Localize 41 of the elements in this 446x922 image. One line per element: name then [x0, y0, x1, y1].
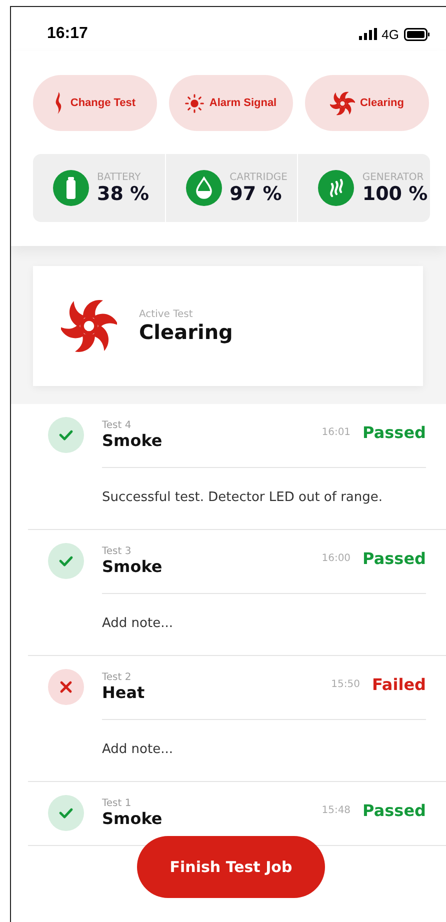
signal-icon	[358, 28, 377, 40]
drop-icon	[186, 170, 222, 206]
test-time: 15:50	[331, 678, 360, 690]
action-button[interactable]: Clearing	[305, 75, 429, 131]
test-result: Passed	[362, 422, 426, 442]
stat-value: 100 %	[362, 182, 428, 204]
note-field[interactable]: Add note...	[102, 616, 302, 631]
test-name: Smoke	[102, 557, 164, 576]
sun-icon	[185, 94, 204, 112]
action-button[interactable]: Alarm Signal	[169, 75, 293, 131]
test-name: Smoke	[102, 809, 164, 828]
active-test-caption: Active Test	[139, 308, 194, 320]
test-result: Failed	[372, 674, 426, 694]
test-note: Successful test. Detector LED out of range.	[102, 490, 383, 505]
stat-label: GENERATOR	[362, 172, 425, 182]
action-button[interactable]: Change Test	[33, 75, 157, 131]
battery-icon	[53, 170, 89, 206]
test-number: Test 1	[102, 798, 132, 809]
note-field[interactable]: Add note...	[102, 742, 302, 757]
stat-label: BATTERY	[97, 172, 142, 182]
test-number: Test 3	[102, 546, 132, 557]
test-number: Test 4	[102, 420, 132, 431]
test-time: 16:00	[322, 552, 351, 564]
stat-value: 97 %	[230, 182, 283, 204]
fan-icon	[61, 298, 117, 354]
network-label: 4G	[382, 26, 399, 42]
finish-button[interactable]: Finish Test Job	[137, 836, 325, 898]
test-result: Passed	[362, 800, 426, 820]
test-time: 16:01	[322, 426, 351, 438]
test-name: Heat	[102, 683, 146, 702]
test-number: Test 2	[102, 672, 132, 683]
test-time: 15:48	[322, 804, 351, 816]
status-time: 16:17	[47, 25, 88, 43]
test-result: Passed	[362, 548, 426, 568]
active-test-name: Clearing	[139, 320, 233, 344]
stat-label: CARTRIDGE	[230, 172, 288, 182]
heat-waves-icon	[318, 170, 354, 206]
battery-status-icon	[404, 28, 430, 40]
test-name: Smoke	[102, 431, 164, 450]
stat-value: 38 %	[97, 182, 150, 204]
fan-icon	[330, 90, 355, 116]
